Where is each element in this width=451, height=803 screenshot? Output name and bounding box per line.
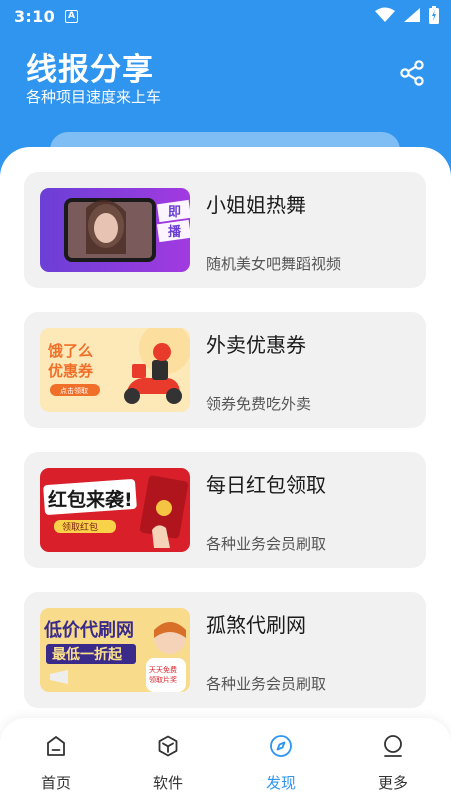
compass-icon bbox=[270, 735, 292, 757]
signal-icon bbox=[404, 8, 420, 22]
thumb-dance-text-1: 即 bbox=[168, 205, 181, 220]
status-bar: 3:10 A bbox=[0, 0, 451, 32]
cube-icon bbox=[158, 735, 178, 757]
card-title: 外卖优惠券 bbox=[206, 333, 306, 357]
share-button[interactable] bbox=[395, 56, 429, 90]
nav-label-software: 软件 bbox=[152, 774, 183, 792]
page-title: 线报分享 bbox=[26, 52, 154, 88]
thumb-recharge-text-4: 领取片奖 bbox=[149, 675, 177, 684]
card-description: 随机美女吧舞蹈视频 bbox=[206, 255, 342, 273]
card-title: 小姐姐热舞 bbox=[206, 193, 306, 217]
content-panel: 即 播 小姐姐热舞 随机美女吧舞蹈视频 饿了么 优惠券 点击领取 外卖优惠券 领… bbox=[0, 147, 451, 803]
nav-label-discover: 发现 bbox=[265, 774, 296, 792]
thumb-red-envelope-text-1: 红包来袭! bbox=[48, 488, 133, 511]
thumb-red-envelope-text-2: 领取红包 bbox=[62, 521, 98, 533]
nav-item-discover[interactable]: 发现 bbox=[225, 718, 337, 803]
list-item-red-envelope[interactable]: 红包来袭! 领取红包 每日红包领取 各种业务会员刷取 bbox=[24, 452, 426, 568]
status-time: 3:10 bbox=[14, 6, 55, 26]
thumbnail-takeout: 饿了么 优惠券 点击领取 bbox=[40, 328, 190, 412]
nav-item-more[interactable]: 更多 bbox=[337, 718, 449, 803]
thumbnail-dance: 即 播 bbox=[40, 188, 190, 272]
page-subtitle: 各种项目速度来上车 bbox=[26, 88, 162, 106]
thumbnail-recharge-site: 低价代刷网 最低一折起 天天免费 领取片奖 bbox=[40, 608, 190, 692]
thumb-takeout-text-3: 点击领取 bbox=[60, 386, 88, 395]
card-description: 领券免费吃外卖 bbox=[206, 395, 312, 413]
home-icon bbox=[47, 736, 65, 756]
nav-label-more: 更多 bbox=[377, 774, 408, 792]
thumb-takeout-text-2: 优惠券 bbox=[48, 362, 94, 380]
header: 线报分享 各种项目速度来上车 bbox=[0, 32, 451, 172]
thumb-dance-text-2: 播 bbox=[168, 224, 182, 240]
card-title: 每日红包领取 bbox=[206, 473, 326, 497]
thumb-recharge-text-3: 天天免费 bbox=[149, 665, 177, 674]
thumbnail-red-envelope: 红包来袭! 领取红包 bbox=[40, 468, 190, 552]
profile-icon bbox=[384, 735, 402, 757]
share-icon bbox=[400, 60, 424, 86]
card-description: 各种业务会员刷取 bbox=[206, 675, 327, 693]
card-description: 各种业务会员刷取 bbox=[206, 535, 327, 553]
bottom-nav: 首页 软件 发现 更多 bbox=[0, 718, 451, 803]
status-indicators bbox=[375, 6, 439, 24]
card-title: 孤煞代刷网 bbox=[206, 613, 306, 637]
nav-item-home[interactable]: 首页 bbox=[0, 718, 112, 803]
list-item-dance[interactable]: 即 播 小姐姐热舞 随机美女吧舞蹈视频 bbox=[24, 172, 426, 288]
thumb-takeout-text-1: 饿了么 bbox=[47, 342, 93, 360]
list-item-takeout-coupon[interactable]: 饿了么 优惠券 点击领取 外卖优惠券 领券免费吃外卖 bbox=[24, 312, 426, 428]
nav-label-home: 首页 bbox=[40, 774, 71, 792]
status-notification-icon: A bbox=[65, 9, 78, 23]
battery-icon bbox=[429, 6, 439, 24]
nav-item-software[interactable]: 软件 bbox=[112, 718, 224, 803]
thumb-recharge-text-2: 最低一折起 bbox=[52, 646, 123, 663]
thumb-recharge-text-1: 低价代刷网 bbox=[43, 619, 134, 641]
list-item-recharge-site[interactable]: 低价代刷网 最低一折起 天天免费 领取片奖 孤煞代刷网 各种业务会员刷取 bbox=[24, 592, 426, 708]
wifi-icon bbox=[375, 7, 395, 22]
